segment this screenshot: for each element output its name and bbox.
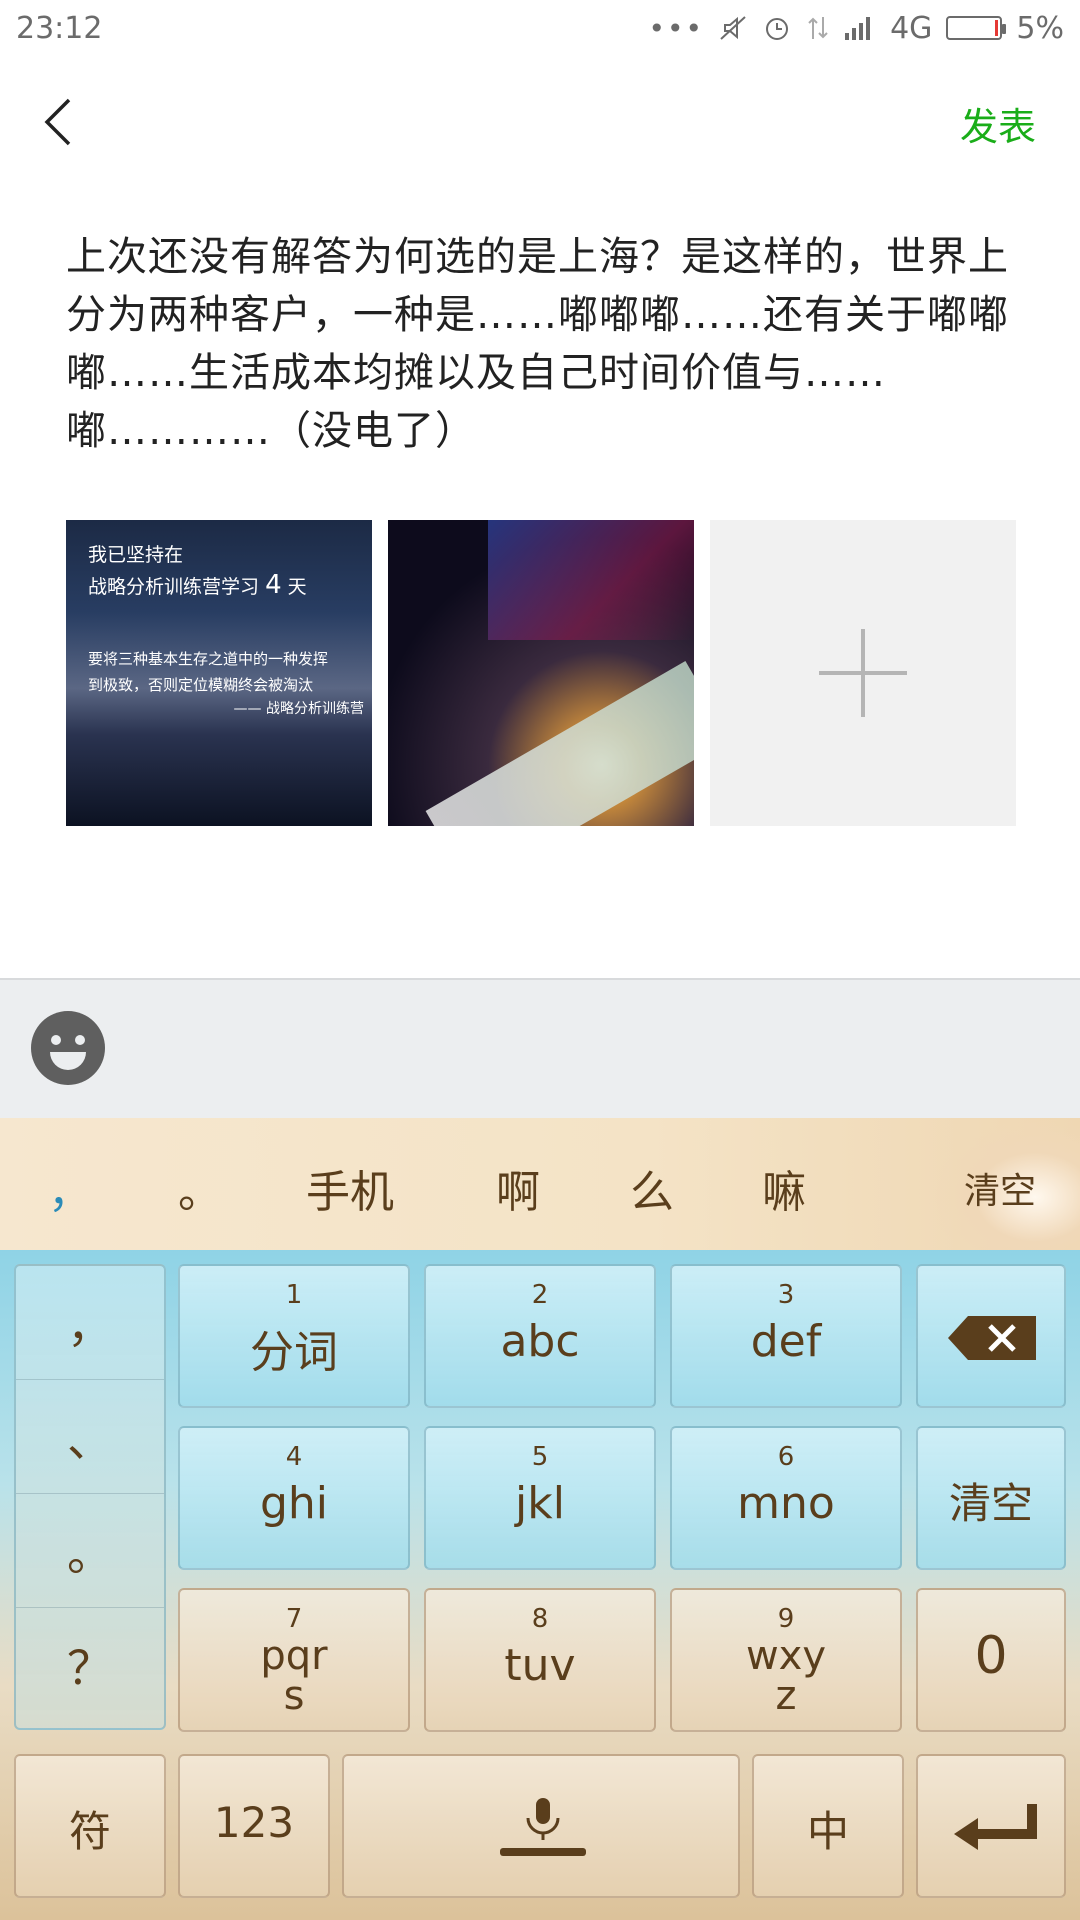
key-label: jkl bbox=[515, 1478, 565, 1529]
status-time: 23:12 bbox=[16, 10, 103, 46]
candidate-item[interactable]: ， bbox=[48, 1156, 92, 1220]
key-label: 符 bbox=[68, 1807, 111, 1856]
key-number: 9 bbox=[777, 1604, 795, 1634]
add-image-button[interactable] bbox=[710, 520, 1016, 826]
back-arrow-icon bbox=[44, 98, 71, 146]
number-mode-key[interactable]: 123 bbox=[178, 1754, 330, 1898]
space-key[interactable] bbox=[342, 1754, 740, 1898]
key-label: 123 bbox=[213, 1798, 295, 1847]
punctuation-key[interactable]: 。 bbox=[16, 1494, 164, 1608]
body-line: 要将三种基本生存之道中的一种发挥 bbox=[88, 650, 329, 668]
image-grid: 我已坚持在 战略分析训练营学习 4 天 要将三种基本生存之道中的一种发挥 到极致… bbox=[66, 520, 1016, 826]
key-label: 分词 bbox=[250, 1327, 338, 1378]
image-caption: 我已坚持在 战略分析训练营学习 4 天 bbox=[88, 540, 307, 602]
mute-icon bbox=[720, 16, 746, 40]
key-1[interactable]: 1 分词 bbox=[178, 1264, 410, 1408]
key-4[interactable]: 4 ghi bbox=[178, 1426, 410, 1570]
header: 发表 bbox=[0, 56, 1080, 186]
key-number: 4 bbox=[285, 1442, 303, 1472]
key-5[interactable]: 5 jkl bbox=[424, 1426, 656, 1570]
key-number: 8 bbox=[531, 1604, 549, 1634]
photo-light-deco bbox=[488, 520, 694, 640]
key-2[interactable]: 2 abc bbox=[424, 1264, 656, 1408]
key-label: 中 bbox=[806, 1807, 849, 1856]
punctuation-key[interactable]: ？ bbox=[16, 1608, 164, 1722]
ime-keyboard: ， 、 。 ？ 1 分词 2 abc 3 def 4 ghi 5 jkl 6 mno 清空 … bbox=[0, 1250, 1080, 1920]
key-label: pqr bbox=[260, 1633, 328, 1679]
signal-icon bbox=[845, 17, 871, 40]
key-0[interactable]: 0 bbox=[916, 1588, 1066, 1732]
candidate-item[interactable]: 手机 bbox=[306, 1156, 394, 1220]
more-notifications-icon: ••• bbox=[648, 11, 705, 45]
key-label: 清空 bbox=[948, 1479, 1033, 1528]
punctuation-key[interactable]: 、 bbox=[16, 1380, 164, 1494]
image-thumbnail[interactable] bbox=[388, 520, 694, 826]
key-number: 6 bbox=[777, 1442, 795, 1472]
punctuation-key[interactable]: ， bbox=[16, 1266, 164, 1380]
status-icons: ••• 4G 5% bbox=[649, 11, 1064, 46]
key-label: abc bbox=[500, 1316, 580, 1367]
image-signature: —— 战略分析训练营 bbox=[233, 701, 364, 717]
battery-percent: 5% bbox=[1016, 10, 1064, 46]
key-7[interactable]: 7 pqr s bbox=[178, 1588, 410, 1732]
key-label: ghi bbox=[259, 1478, 329, 1529]
candidate-item[interactable]: 么 bbox=[630, 1156, 674, 1220]
caption-line: 战略分析训练营学习 4 天 bbox=[88, 570, 307, 602]
key-9[interactable]: 9 wxy z bbox=[670, 1588, 902, 1732]
key-number: 1 bbox=[285, 1280, 303, 1310]
key-3[interactable]: 3 def bbox=[670, 1264, 902, 1408]
alarm-icon bbox=[766, 18, 789, 40]
backspace-icon bbox=[948, 1316, 1036, 1360]
key-label: wxy bbox=[745, 1633, 827, 1679]
network-type: 4G bbox=[890, 10, 933, 46]
key-label: mno bbox=[737, 1478, 835, 1529]
enter-icon bbox=[954, 1804, 1037, 1850]
key-number: 7 bbox=[285, 1604, 303, 1634]
caption-line: 我已坚持在 bbox=[88, 544, 184, 566]
enter-key[interactable] bbox=[916, 1754, 1066, 1898]
backspace-key[interactable] bbox=[916, 1264, 1066, 1408]
key-number: 2 bbox=[531, 1280, 549, 1310]
caption-text: 战略分析训练营学习 bbox=[88, 576, 260, 598]
key-label: s bbox=[283, 1673, 305, 1719]
image-body-text: 要将三种基本生存之道中的一种发挥 到极致，否则定位模糊终会被淘汰 bbox=[88, 646, 328, 698]
battery-level bbox=[995, 20, 999, 36]
image-thumbnail[interactable]: 我已坚持在 战略分析训练营学习 4 天 要将三种基本生存之道中的一种发挥 到极致… bbox=[66, 520, 372, 826]
key-number: 5 bbox=[531, 1442, 549, 1472]
key-label: def bbox=[750, 1316, 822, 1367]
candidate-item[interactable]: 啊 bbox=[496, 1156, 540, 1220]
back-button[interactable] bbox=[28, 92, 88, 152]
language-toggle-key[interactable]: 中 bbox=[752, 1754, 904, 1898]
caption-text: 天 bbox=[287, 576, 307, 598]
key-8[interactable]: 8 tuv bbox=[424, 1588, 656, 1732]
publish-button[interactable]: 发表 bbox=[960, 96, 1036, 151]
key-number: 3 bbox=[777, 1280, 795, 1310]
symbol-key[interactable]: 符 bbox=[14, 1754, 166, 1898]
post-text-input[interactable]: 上次还没有解答为何选的是上海？是这样的，世界上分为两种客户，一种是……嘟嘟嘟……… bbox=[66, 228, 1026, 460]
status-bar: 23:12 ••• 4G 5% bbox=[0, 0, 1080, 56]
punctuation-column: ， 、 。 ？ bbox=[14, 1264, 166, 1730]
candidate-item[interactable]: 。 bbox=[178, 1156, 222, 1220]
ime-candidate-bar: ， 。 手机 啊 么 嘛 清空 bbox=[0, 1118, 1080, 1250]
plus-icon bbox=[819, 629, 907, 717]
caption-number: 4 bbox=[265, 570, 282, 600]
data-transfer-icon bbox=[808, 17, 828, 39]
photo-billboard-deco bbox=[425, 661, 694, 826]
key-6[interactable]: 6 mno bbox=[670, 1426, 902, 1570]
emoji-toolbar bbox=[0, 978, 1080, 1118]
key-label: z bbox=[775, 1673, 797, 1719]
key-label: 0 bbox=[974, 1626, 1008, 1686]
battery-icon bbox=[946, 16, 1007, 40]
candidate-item[interactable]: 嘛 bbox=[762, 1156, 806, 1220]
microphone-icon bbox=[500, 1798, 586, 1856]
key-label: tuv bbox=[504, 1640, 576, 1691]
candidate-clear-button[interactable]: 清空 bbox=[964, 1162, 1036, 1214]
emoji-icon[interactable] bbox=[30, 1010, 106, 1086]
body-line: 到极致，否则定位模糊终会被淘汰 bbox=[88, 676, 314, 694]
clear-key[interactable]: 清空 bbox=[916, 1426, 1066, 1570]
